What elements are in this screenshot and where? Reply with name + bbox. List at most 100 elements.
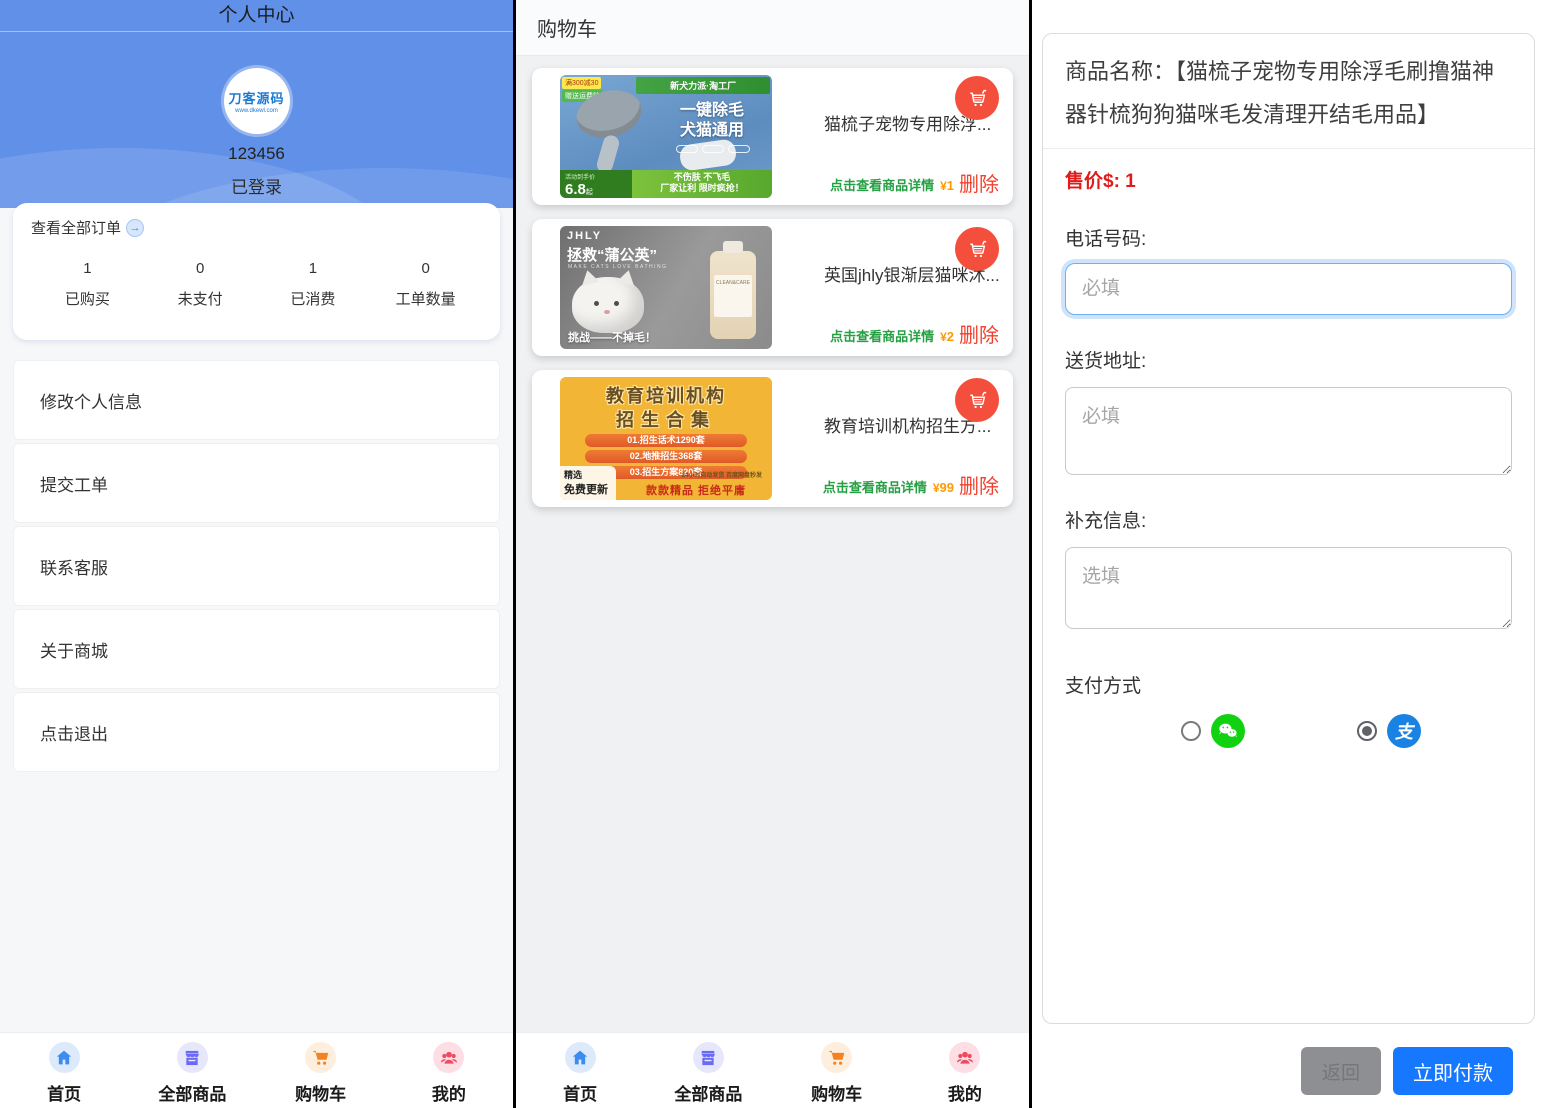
item-price: 2 bbox=[947, 328, 954, 346]
ad-badge: 满300减30 bbox=[562, 77, 601, 89]
cart-badge-icon bbox=[955, 76, 999, 120]
profile-screen: 个人中心 刀客源码 www.dkewl.com 123456 已登录 查看全部订… bbox=[0, 0, 513, 1108]
delete-link[interactable]: 删除 bbox=[959, 326, 999, 346]
view-detail-link[interactable]: 点击查看商品详情 bbox=[830, 328, 934, 346]
alipay-option[interactable]: 支 bbox=[1357, 714, 1421, 748]
ad-banner: 新犬力派·淘工厂 bbox=[636, 77, 770, 94]
menu-item-edit-profile[interactable]: 修改个人信息 bbox=[13, 360, 500, 440]
home-icon bbox=[49, 1042, 80, 1073]
page-title: 个人中心 bbox=[0, 0, 513, 32]
phone-input[interactable] bbox=[1065, 263, 1512, 315]
tabbar: 首页 全部商品 购物车 我的 bbox=[516, 1032, 1029, 1108]
tab-label: 购物车 bbox=[811, 1080, 862, 1105]
extra-info-textarea[interactable] bbox=[1065, 547, 1512, 629]
view-all-orders-label: 查看全部订单 bbox=[31, 217, 121, 238]
product-image: JHLY 拯救“蒲公英” MAKE CATS LOVE BATHING CLEA… bbox=[560, 226, 772, 349]
ad-brand: JHLY bbox=[567, 230, 602, 242]
profile-menu: 修改个人信息 提交工单 联系客服 关于商城 点击退出 bbox=[13, 360, 500, 772]
username: 123456 bbox=[0, 144, 513, 164]
cart-badge-icon bbox=[955, 378, 999, 422]
menu-item-label: 提交工单 bbox=[40, 471, 108, 496]
stat-label: 已购买 bbox=[31, 288, 144, 309]
tab-mine[interactable]: 我的 bbox=[901, 1033, 1029, 1108]
logo-url: www.dkewl.com bbox=[235, 108, 278, 114]
logo-text: 刀客源码 bbox=[228, 88, 284, 107]
arrow-right-icon[interactable]: → bbox=[126, 219, 144, 237]
stat-consumed: 1 已消费 bbox=[257, 260, 370, 309]
tab-label: 全部商品 bbox=[158, 1080, 226, 1105]
tab-all-products[interactable]: 全部商品 bbox=[128, 1033, 256, 1108]
tab-cart[interactable]: 购物车 bbox=[773, 1033, 901, 1108]
extra-info-label: 补充信息: bbox=[1065, 506, 1512, 533]
payment-options: 支 bbox=[1065, 714, 1512, 748]
ad-tags bbox=[676, 145, 750, 153]
wechat-radio[interactable] bbox=[1181, 721, 1201, 741]
tab-mine[interactable]: 我的 bbox=[385, 1033, 513, 1108]
product-image: 教育培训机构 招生合集 01.招生话术1290套 02.地推招生368套 03.… bbox=[560, 377, 772, 500]
cart-list: 满300减30 赠送运费险 新犬力派·淘工厂 一键除毛 犬猫通用 bbox=[516, 56, 1029, 507]
order-footer: 返回 立即付款 bbox=[1032, 1024, 1545, 1108]
brush-graphic bbox=[678, 138, 737, 172]
user-group-icon bbox=[433, 1042, 464, 1073]
tab-label: 首页 bbox=[563, 1080, 597, 1105]
tab-home[interactable]: 首页 bbox=[0, 1033, 128, 1108]
wechat-pay-option[interactable] bbox=[1181, 714, 1245, 748]
ad-slogan: 挑战——不掉毛！ bbox=[568, 329, 656, 345]
cart-item[interactable]: 教育培训机构 招生合集 01.招生话术1290套 02.地推招生368套 03.… bbox=[532, 370, 1013, 507]
back-button[interactable]: 返回 bbox=[1301, 1047, 1381, 1095]
tab-label: 购物车 bbox=[295, 1080, 346, 1105]
ad-headline: 拯救“蒲公英” bbox=[567, 244, 657, 265]
delete-link[interactable]: 删除 bbox=[959, 175, 999, 195]
cart-icon bbox=[305, 1042, 336, 1073]
stats-row: 1 已购买 0 未支付 1 已消费 0 工单数量 bbox=[31, 260, 482, 309]
stat-label: 工单数量 bbox=[369, 288, 482, 309]
tab-home[interactable]: 首页 bbox=[516, 1033, 644, 1108]
cart-icon bbox=[821, 1042, 852, 1073]
address-label: 送货地址: bbox=[1065, 346, 1512, 373]
cart-badge-icon bbox=[955, 227, 999, 271]
stat-label: 未支付 bbox=[144, 288, 257, 309]
menu-item-contact-support[interactable]: 联系客服 bbox=[13, 526, 500, 606]
menu-item-label: 关于商城 bbox=[40, 637, 108, 662]
delete-link[interactable]: 删除 bbox=[959, 477, 999, 497]
brush-graphic bbox=[595, 134, 621, 175]
view-detail-link[interactable]: 点击查看商品详情 bbox=[823, 479, 927, 497]
menu-item-label: 点击退出 bbox=[40, 720, 108, 745]
tab-all-products[interactable]: 全部商品 bbox=[644, 1033, 772, 1108]
view-all-orders-link[interactable]: 查看全部订单 → bbox=[31, 217, 482, 238]
phone-label: 电话号码: bbox=[1065, 224, 1512, 251]
stat-purchased: 1 已购买 bbox=[31, 260, 144, 309]
alipay-radio[interactable] bbox=[1357, 721, 1377, 741]
store-icon bbox=[177, 1042, 208, 1073]
address-textarea[interactable] bbox=[1065, 387, 1512, 475]
tab-label: 首页 bbox=[47, 1080, 81, 1105]
menu-item-submit-ticket[interactable]: 提交工单 bbox=[13, 443, 500, 523]
divider bbox=[1043, 148, 1534, 149]
tab-label: 我的 bbox=[432, 1080, 466, 1105]
app: 个人中心 刀客源码 www.dkewl.com 123456 已登录 查看全部订… bbox=[0, 0, 1545, 1108]
order-screen: 商品名称：【猫梳子宠物专用除浮毛刷撸猫神器针梳狗狗猫咪毛发清理开结毛用品】 售价… bbox=[1032, 0, 1545, 1108]
tab-cart[interactable]: 购物车 bbox=[257, 1033, 385, 1108]
alipay-icon: 支 bbox=[1387, 714, 1421, 748]
tab-label: 全部商品 bbox=[674, 1080, 742, 1105]
cart-item[interactable]: 满300减30 赠送运费险 新犬力派·淘工厂 一键除毛 犬猫通用 bbox=[532, 68, 1013, 205]
tab-label: 我的 bbox=[948, 1080, 982, 1105]
stat-value: 1 bbox=[257, 260, 370, 277]
cart-item[interactable]: JHLY 拯救“蒲公英” MAKE CATS LOVE BATHING CLEA… bbox=[532, 219, 1013, 356]
pay-now-button[interactable]: 立即付款 bbox=[1393, 1047, 1513, 1095]
ad-headline: 招生合集 bbox=[560, 406, 772, 432]
currency-symbol: ¥ bbox=[940, 177, 947, 195]
view-detail-link[interactable]: 点击查看商品详情 bbox=[830, 177, 934, 195]
currency-symbol: ¥ bbox=[933, 479, 940, 497]
ad-slogans: 不伤肤 不飞毛 厂家让利 限时疯抢！ bbox=[632, 170, 772, 198]
menu-item-label: 修改个人信息 bbox=[40, 388, 142, 413]
product-name: 商品名称：【猫梳子宠物专用除浮毛刷撸猫神器针梳狗狗猫咪毛发清理开结毛用品】 bbox=[1065, 50, 1512, 136]
tabbar: 首页 全部商品 购物车 我的 bbox=[0, 1032, 513, 1108]
ad-headline: 一键除毛 犬猫通用 bbox=[660, 101, 764, 141]
product-image: 满300减30 赠送运费险 新犬力派·淘工厂 一键除毛 犬猫通用 bbox=[560, 75, 772, 198]
item-price: 99 bbox=[940, 479, 954, 497]
profile-hero: 个人中心 刀客源码 www.dkewl.com 123456 已登录 bbox=[0, 0, 513, 208]
menu-item-logout[interactable]: 点击退出 bbox=[13, 692, 500, 772]
menu-item-about-mall[interactable]: 关于商城 bbox=[13, 609, 500, 689]
stat-value: 0 bbox=[144, 260, 257, 277]
